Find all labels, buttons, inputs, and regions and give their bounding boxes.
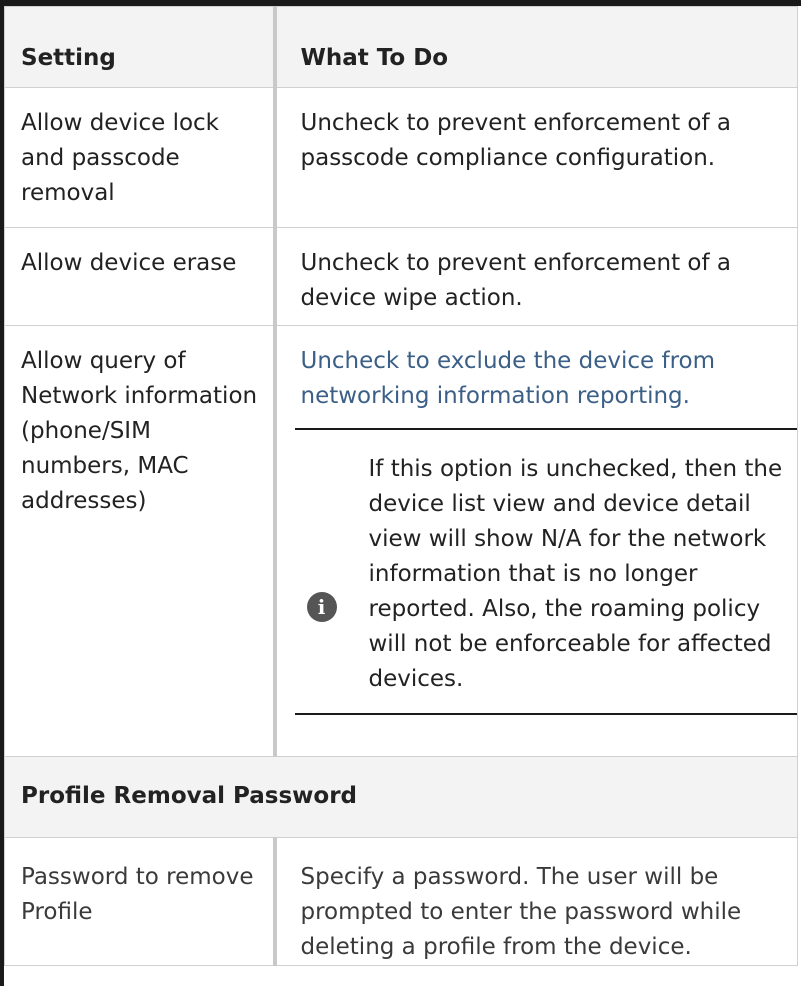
- info-icon: i: [306, 592, 337, 622]
- setting-cell: Password to remove Profile: [4, 837, 275, 966]
- note-bottom-rule: [294, 713, 797, 715]
- note-text: If this option is unchecked, then the de…: [368, 456, 783, 692]
- section-title: Profile Removal Password: [4, 756, 798, 838]
- document-page: Setting What To Do Allow device lock and…: [0, 0, 801, 986]
- action-cell: Uncheck to prevent enforcement of a pass…: [272, 87, 798, 228]
- table-row: Allow query of Network information (phon…: [4, 325, 798, 757]
- header-setting: Setting: [4, 6, 275, 88]
- setting-cell: Allow device lock and passcode removal: [4, 87, 275, 228]
- setting-cell: Allow device erase: [4, 227, 275, 326]
- action-cell: Uncheck to exclude the device from netwo…: [272, 325, 798, 757]
- table-row: Allow device lock and passcode removal U…: [4, 87, 798, 228]
- table-header-row: Setting What To Do: [4, 6, 798, 88]
- action-cell: Uncheck to prevent enforcement of a devi…: [272, 227, 798, 326]
- settings-table: Setting What To Do Allow device lock and…: [4, 6, 798, 966]
- setting-cell: Allow query of Network information (phon…: [4, 325, 275, 757]
- header-what-to-do: What To Do: [272, 6, 798, 88]
- section-header-row: Profile Removal Password: [4, 756, 798, 838]
- info-note: i If this option is unchecked, then the …: [277, 428, 797, 715]
- action-cell: Specify a password. The user will be pro…: [272, 837, 798, 966]
- table-row: Allow device erase Uncheck to prevent en…: [4, 227, 798, 326]
- table-row: Password to remove Profile Specify a pas…: [4, 837, 798, 966]
